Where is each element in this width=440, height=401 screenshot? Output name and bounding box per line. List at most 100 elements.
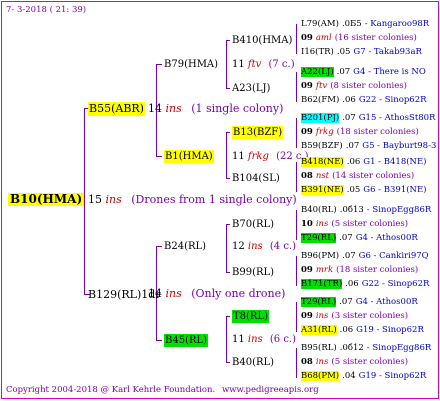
g4-row[interactable]: A22(LJ) .07 G4 - There is NO [301,66,426,79]
g3-branch-7 [226,316,230,317]
g4-origin: G15 - AthosSt80R [358,113,436,123]
g4-num: 10 [301,219,313,229]
g4-num: 08 [301,357,313,367]
root-note: (Drones from 1 single colony) [131,193,297,206]
root-num: 15 [88,193,102,206]
g4-year: .0Б5 [341,19,362,29]
g4-row[interactable]: T29(RL) .07 G4 - Athos00R [301,296,418,309]
g3-connector-2 [226,132,227,178]
g2-node-4[interactable]: B45(RL) [164,334,209,347]
g4-row[interactable]: 09 ftv (8 sister colonies) [301,80,407,93]
g3-connector-3 [226,224,227,272]
g4-id: L79(AM) [301,19,339,29]
g3-node-2[interactable]: A23(LJ) [232,82,270,95]
g2-node-1[interactable]: B79(HMA) [164,58,218,71]
g3-branch-1 [226,40,230,41]
g1-node-1[interactable]: B55(ABR) [88,102,145,116]
g3-ins-3: frkg [247,151,269,162]
g4-ins: ins [315,311,329,321]
g4-row[interactable]: B391(NE) .05 G6 - B391(NE) [301,184,427,197]
g2-branch-4 [156,340,162,341]
g3-num-5: 12 [232,241,245,252]
g4-row[interactable]: L79(AM) .0Б5- Kangaroo98R [301,18,429,31]
g4-row[interactable]: B40(RL) .0б13- SinopEgg86R [301,204,431,217]
g4-year: .07 [339,297,353,307]
g4-note: (5 sister colonies) [331,357,409,367]
g4-row[interactable]: B201(PJ) .07 G15 - AthosSt80R [301,112,435,125]
g4-note: (5 sister colonies) [331,219,409,229]
g1-connector [84,108,85,294]
g4-row[interactable]: 09 aml (16 sister colonies) [301,32,417,45]
g4-origin: - SinopEgg86R [366,343,432,353]
g4-year: .07 [342,251,356,261]
g4-row[interactable]: B95(RL) .0б12- SinopEgg86R [301,342,431,355]
website-link[interactable]: www.pedigreeapis.org [222,384,319,397]
root-ins: ins [105,193,122,206]
g4-origin: G6 - B391(NE) [363,185,427,195]
g4-row[interactable]: B62(FM) .06 G22 - Sinop62R [301,94,427,107]
g3-node-3[interactable]: B13(BZF) [232,126,284,139]
g4-num: 09 [301,33,313,43]
g4-row[interactable]: T29(RL) .07 G4 - Athos00R [301,232,418,245]
g4-origin: G4 - Athos00R [355,233,418,243]
g1-num-1: 14 [148,102,162,115]
g3-info-1: 11 ftv (7 c.) [232,58,295,71]
g4-row[interactable]: B96(PM) .07 G6 - Cankiri97Q [301,250,429,263]
g4-ins: aml [315,33,332,43]
g4-row[interactable]: 08 ins (5 sister colonies) [301,356,408,369]
date-stamp: 7- 3-2018 ( 21: 39) [6,5,87,15]
root-node[interactable]: B10(HMA) [8,193,85,206]
g4-id: A22(LJ) [301,67,334,77]
g2-node-3[interactable]: B24(RL) [164,240,206,253]
g4-row[interactable]: B418(NE) .06 G1 - B418(NE) [301,156,427,169]
root-drone-info: 15 ins (Drones from 1 single colony) [88,193,297,207]
g4-origin: G1 - B418(NE) [363,157,427,167]
g1-note-1: (1 single colony) [191,102,284,115]
g4-year: .0б12 [339,343,364,353]
g3-node-8[interactable]: B40(RL) [232,356,274,369]
g4-connector-4 [296,162,297,192]
g4-row[interactable]: B59(BZF) .07 G5 - Bayburt98-3 [301,140,436,153]
g4-row[interactable]: B171(TR) .06 G22 - Sinop62R [301,278,429,291]
g4-note: (8 sister colonies) [330,81,407,91]
g4-year: .07 [339,233,353,243]
g4-ins: mrk [315,265,334,275]
g3-node-6[interactable]: B99(RL) [232,266,274,279]
g3-node-5[interactable]: B70(RL) [232,218,274,231]
g4-row[interactable]: 09 frkg (18 sister colonies) [301,126,419,139]
g3-num-1: 11 [232,59,245,70]
g4-row[interactable]: 08 nst (14 sister colonies) [301,170,414,183]
pedigree-chart: 7- 3-2018 ( 21: 39) B10(HMA) 15 ins (Dro… [1,1,439,399]
g4-row[interactable]: A31(RL) .06 G19 - Sinop62R [301,324,424,337]
g4-row[interactable]: I16(TR) .05 G7 - Takab93aR [301,46,422,59]
g4-num: 08 [301,171,313,181]
g4-note: (14 sister colonies) [332,171,415,181]
g4-row[interactable]: B68(PM) .04 G19 - Sinop62R [301,370,426,383]
g3-info-3: 11 frkg (22 c.) [232,150,309,163]
g2-branch-3 [156,246,162,247]
g2-node-2[interactable]: B1(HMA) [164,150,214,163]
g4-row[interactable]: 09 ins (3 sister colonies) [301,310,408,323]
g4-row[interactable]: 10 ins (5 sister colonies) [301,218,408,231]
g3-note-1: (7 c.) [268,59,295,70]
g4-year: .07 [342,113,356,123]
g3-note-7: (6 c.) [269,334,297,345]
g4-origin: G19 - Sinop62R [358,371,427,381]
g3-branch-5 [226,224,230,225]
g4-origin: - SinopEgg86R [366,205,432,215]
g4-origin: G19 - Sinop62R [356,325,424,335]
g4-id: B391(NE) [301,185,344,195]
g4-id: B40(RL) [301,205,337,215]
g1-num-2: 14 [148,287,162,300]
g4-id: B96(PM) [301,251,340,261]
g4-row[interactable]: 09 mrk (18 sister colonies) [301,264,418,277]
g4-year: .07 [345,141,360,151]
g4-id: A31(RL) [301,325,337,335]
g4-id: I16(TR) [301,47,334,57]
g3-info-5: 12 ins (4 c.) [232,240,296,253]
g3-node-7[interactable]: T8(RL) [232,310,270,323]
g2-branch-2 [156,156,162,157]
g3-node-1[interactable]: B410(HMA) [232,34,292,47]
g3-node-4[interactable]: B104(SL) [232,172,280,185]
g4-year: .0б13 [339,205,364,215]
